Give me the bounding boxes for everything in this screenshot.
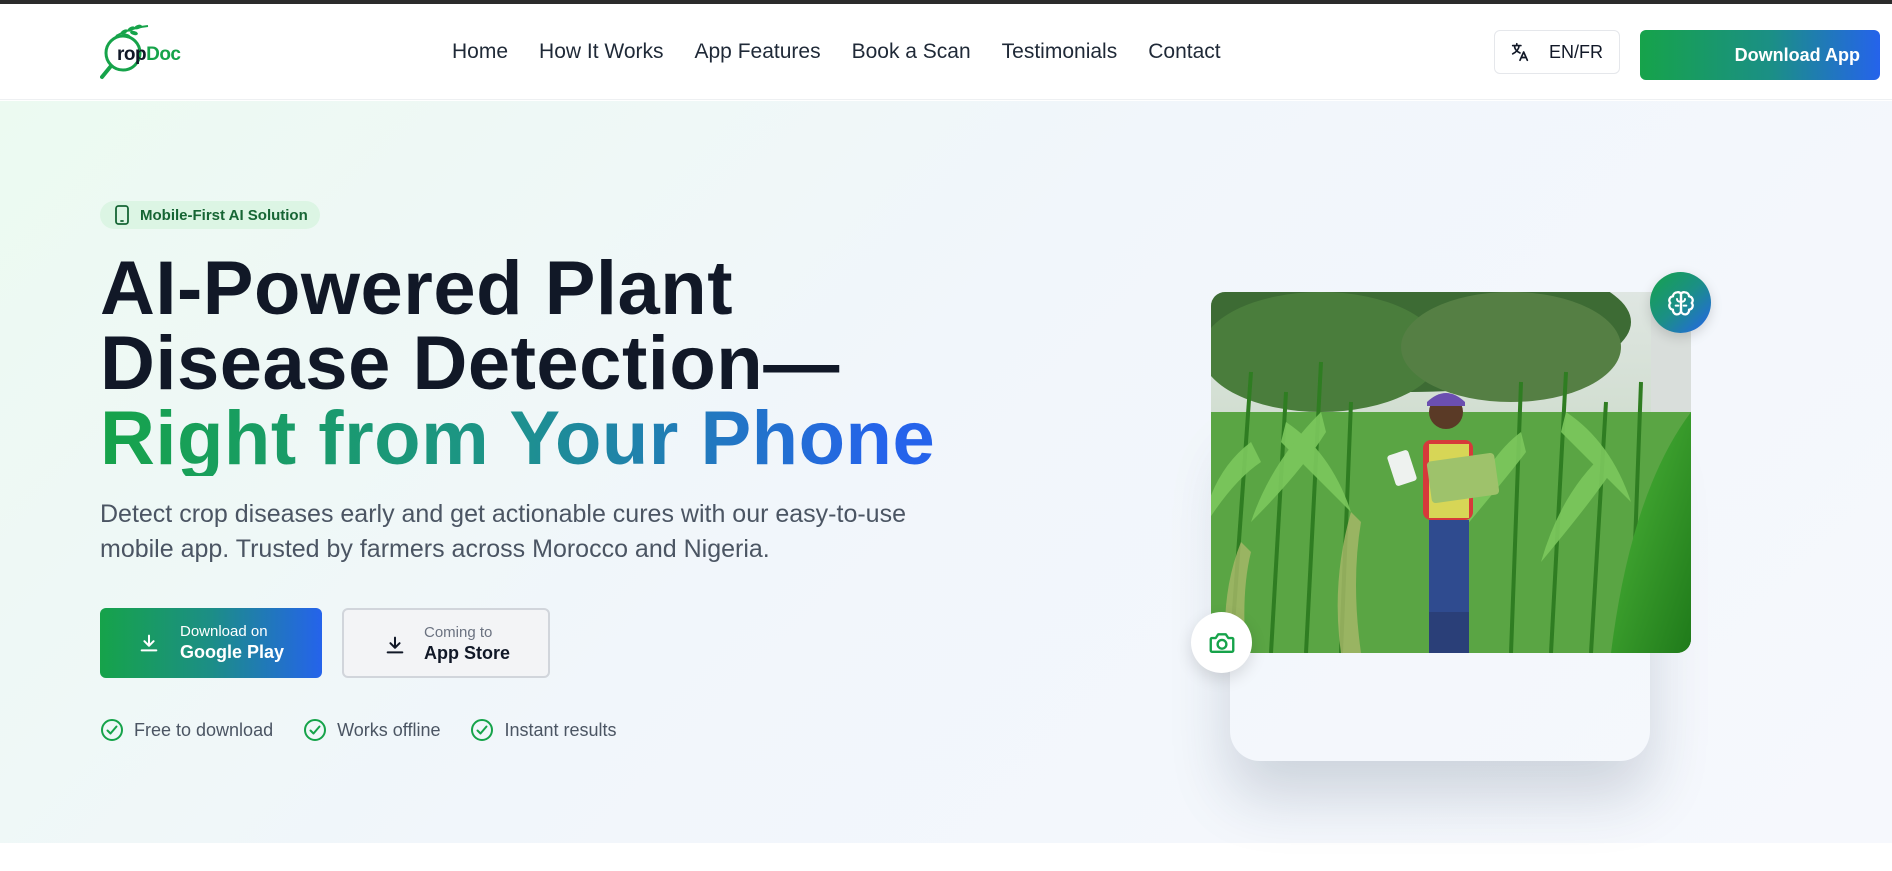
nav-how-it-works[interactable]: How It Works xyxy=(539,40,663,64)
nav-testimonials[interactable]: Testimonials xyxy=(1002,40,1118,64)
download-icon xyxy=(140,634,158,652)
hero-title-line1: AI-Powered Plant xyxy=(100,246,733,331)
nav-contact[interactable]: Contact xyxy=(1148,40,1220,64)
farmer-field-image xyxy=(1211,292,1691,653)
brain-icon xyxy=(1667,290,1694,315)
google-play-small-label: Download on xyxy=(180,623,268,640)
translate-icon xyxy=(1511,42,1529,62)
main-nav: Home How It Works App Features Book a Sc… xyxy=(452,4,1252,100)
hero-title-highlight: Right from Your Phone xyxy=(100,401,1080,477)
app-store-small-label: Coming to xyxy=(424,624,493,641)
google-play-button[interactable]: Download on Google Play xyxy=(100,608,322,678)
logo-text-part2: Doc xyxy=(146,44,181,65)
logo-wordmark: ropDoc xyxy=(117,44,181,66)
app-store-label: App Store xyxy=(424,643,511,663)
app-store-button[interactable]: Coming to App Store xyxy=(342,608,550,678)
camera-icon xyxy=(1209,632,1234,653)
feature-item: Instant results xyxy=(470,718,617,742)
logo[interactable]: ropDoc xyxy=(100,22,190,84)
hero-subtitle: Detect crop diseases early and get actio… xyxy=(100,500,906,563)
nav-app-features[interactable]: App Features xyxy=(695,40,821,64)
hero-photo xyxy=(1211,292,1691,653)
language-label: EN/FR xyxy=(1549,41,1603,62)
hero-title-line2: Disease Detection— xyxy=(100,321,840,406)
feature-item: Works offline xyxy=(303,718,440,742)
hero-badge: Mobile-First AI Solution xyxy=(100,201,320,229)
smartphone-icon xyxy=(115,205,129,225)
check-circle-icon xyxy=(304,719,327,741)
feature-list: Free to download Works offline Instant r… xyxy=(100,718,647,742)
language-toggle-button[interactable]: EN/FR xyxy=(1494,30,1620,74)
feature-label: Works offline xyxy=(337,719,441,740)
hero-title: AI-Powered Plant Disease Detection— Righ… xyxy=(100,246,1080,477)
camera-badge[interactable] xyxy=(1191,612,1252,673)
feature-label: Free to download xyxy=(134,719,274,740)
google-play-label: Google Play xyxy=(180,642,285,662)
nav-book-a-scan[interactable]: Book a Scan xyxy=(852,40,971,64)
check-circle-icon xyxy=(471,719,494,741)
nav-home[interactable]: Home xyxy=(452,40,508,64)
feature-item: Free to download xyxy=(100,718,273,742)
site-header: ropDoc Home How It Works App Features Bo… xyxy=(0,4,1892,100)
badge-label: Mobile-First AI Solution xyxy=(140,206,308,224)
download-app-button[interactable]: Download App xyxy=(1640,30,1880,80)
check-circle-icon xyxy=(101,719,123,741)
ai-brain-badge xyxy=(1650,272,1711,333)
hero-section: Mobile-First AI Solution AI-Powered Plan… xyxy=(0,101,1892,843)
logo-text-part1: rop xyxy=(117,44,147,65)
download-icon xyxy=(386,636,404,654)
feature-label: Instant results xyxy=(504,719,617,740)
